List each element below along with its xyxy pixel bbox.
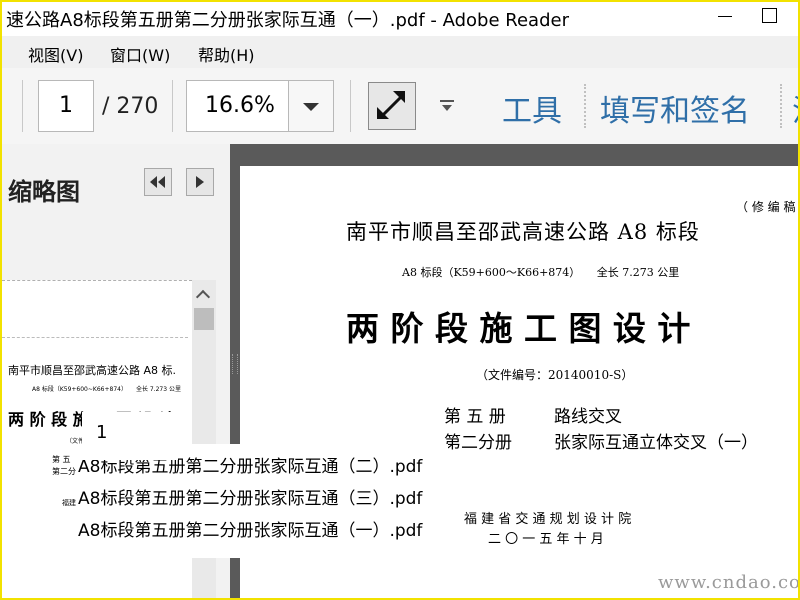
volume-label: 第 五 册 (444, 407, 506, 427)
double-chevron-left-icon (150, 176, 165, 188)
menu-bar: 视图(V) 窗口(W) 帮助(H) (2, 36, 798, 68)
project-title: 南平市顺昌至邵武高速公路 A8 标段 (346, 220, 700, 244)
minimize-button[interactable] (718, 8, 734, 24)
fit-page-button[interactable] (368, 82, 416, 130)
maximize-button[interactable] (762, 8, 777, 23)
file-number: （文件编号：20140010-S） (476, 368, 634, 382)
zoom-select[interactable]: 16.6% (186, 80, 334, 132)
thumb-line: 第 五 (52, 455, 71, 464)
collapse-panel-button[interactable] (144, 168, 172, 196)
comment-button[interactable]: 注 (792, 86, 798, 130)
recent-files-list: A8标段第五册第二分册张家际互通（二）.pdf A8标段第五册第二分册张家际互通… (78, 444, 448, 558)
page-number-input[interactable]: 1 (38, 80, 94, 132)
toolbar-separator (172, 80, 173, 132)
edition-note: （ 修 编 稿 (736, 200, 796, 214)
thumb-line: 南平市顺昌至邵武高速公路 A8 标. (8, 364, 177, 377)
thumb-line: 福建 (62, 499, 76, 507)
toolbar-separator (350, 80, 351, 132)
subvolume-name: 张家际互通立体交叉（一） (554, 433, 758, 453)
menu-help[interactable]: 帮助(H) (198, 42, 255, 66)
thumb-line: A8 标段（K59+600~K66+874） 全长 7.273 公里 (32, 386, 181, 393)
toolbar-separator (780, 84, 782, 128)
scroll-up-icon[interactable] (192, 280, 216, 304)
thumbnail-page-number: 1 (96, 422, 108, 443)
chevron-down-icon[interactable] (288, 81, 333, 131)
tools-button[interactable]: 工具 (502, 86, 562, 130)
thumbnails-title: 缩略图 (8, 178, 80, 206)
thumb-line: 第二分 (52, 467, 76, 476)
expand-arrows-icon (377, 91, 405, 119)
more-tools-icon[interactable] (440, 100, 454, 112)
section-info: A8 标段（K59+600～K66+874） 全长 7.273 公里 (402, 266, 680, 279)
institute: 福 建 省 交 通 规 划 设 计 院 (464, 512, 632, 527)
publish-date: 二 〇 一 五 年 十 月 (488, 532, 604, 547)
page-total-label: / 270 (102, 94, 159, 119)
menu-window[interactable]: 窗口(W) (110, 42, 170, 66)
window-title: 速公路A8标段第五册第二分册张家际互通（一）.pdf - Adobe Reade… (6, 10, 569, 31)
toolbar-separator (584, 84, 586, 128)
toolbar: 1 / 270 16.6% 工具 填写和签名 注 (2, 68, 798, 145)
scrollbar-thumb[interactable] (194, 308, 214, 330)
main-title: 两 阶 段 施 工 图 设 计 (346, 309, 691, 348)
menu-view[interactable]: 视图(V) (28, 42, 83, 66)
title-bar: 速公路A8标段第五册第二分册张家际互通（一）.pdf - Adobe Reade… (2, 2, 798, 34)
toolbar-separator (22, 80, 23, 132)
thumbnail-page-label: 1 (82, 412, 178, 460)
recent-file-item[interactable]: A8标段第五册第二分册张家际互通（一）.pdf (78, 516, 422, 541)
panel-next-button[interactable] (186, 168, 214, 196)
volume-name: 路线交叉 (554, 407, 622, 427)
fill-sign-button[interactable]: 填写和签名 (600, 86, 750, 130)
chevron-right-icon (196, 176, 204, 188)
zoom-value: 16.6% (205, 93, 275, 118)
recent-file-item[interactable]: A8标段第五册第二分册张家际互通（三）.pdf (78, 484, 422, 509)
watermark-text: www.cndao.com (658, 572, 800, 593)
subvolume-label: 第二分册 (444, 433, 512, 453)
app-window: 速公路A8标段第五册第二分册张家际互通（一）.pdf - Adobe Reade… (0, 0, 800, 600)
